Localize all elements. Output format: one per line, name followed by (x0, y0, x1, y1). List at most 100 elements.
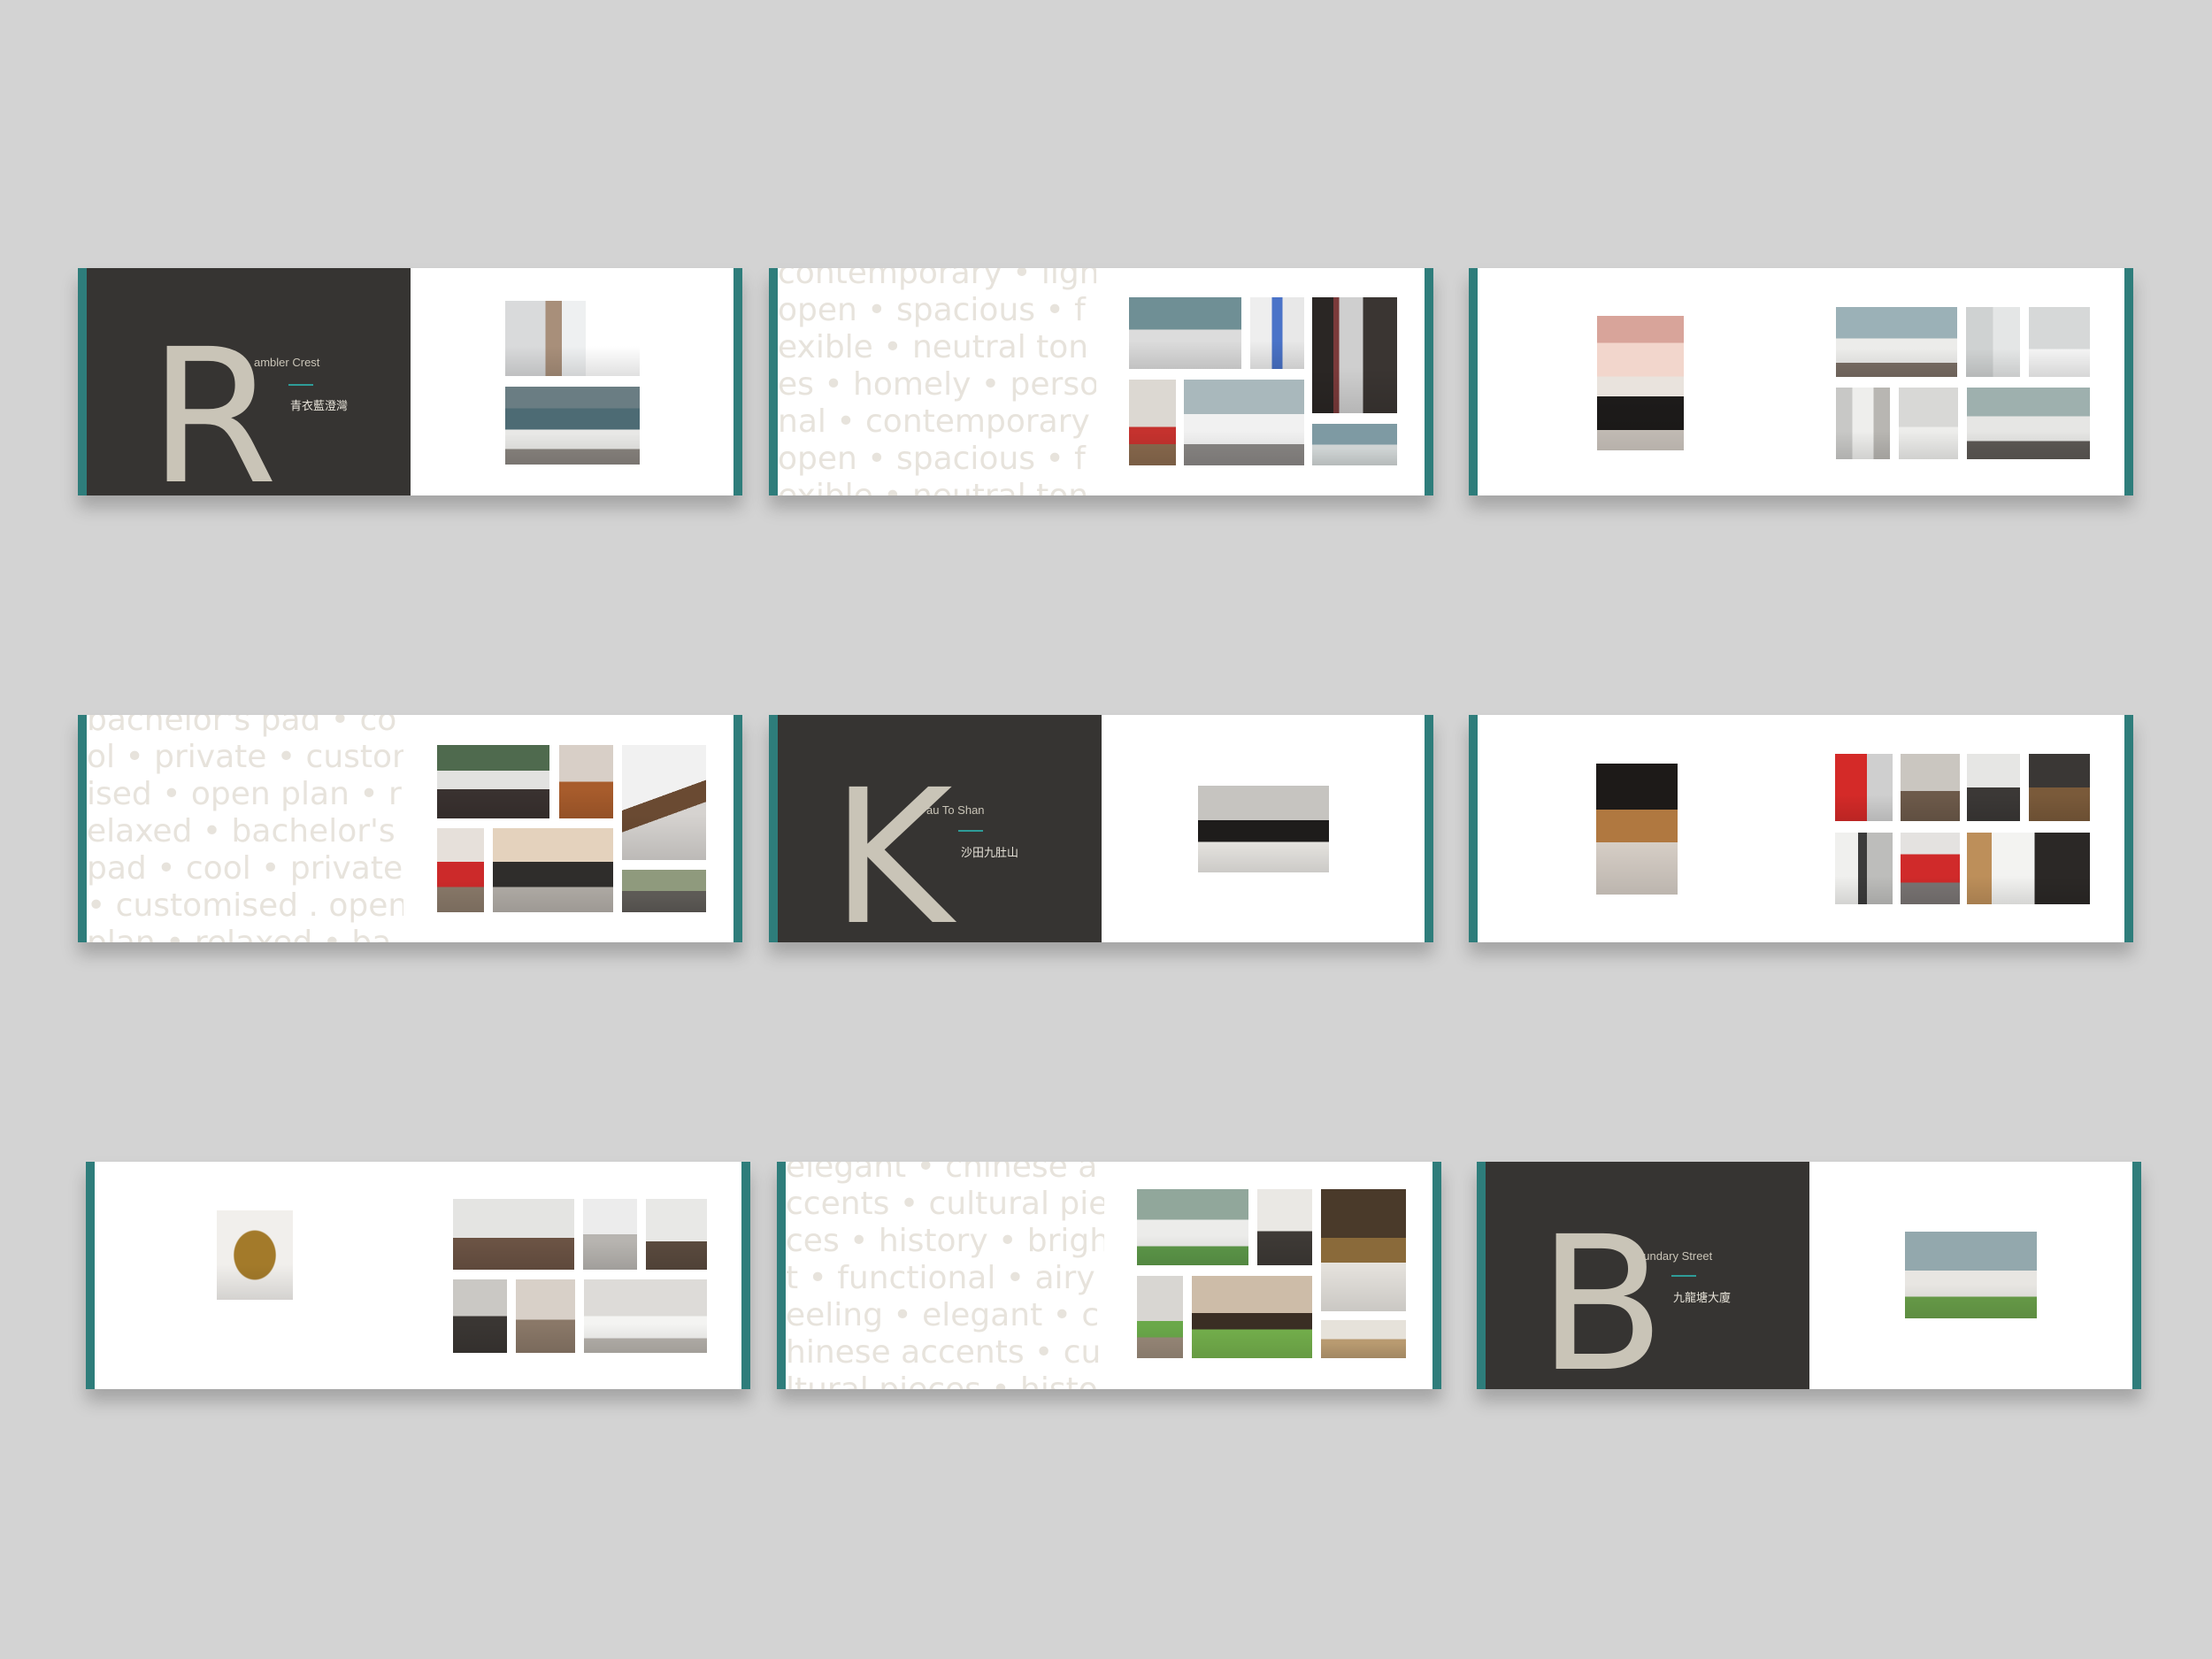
photo-open-plan (1137, 1189, 1248, 1265)
spread-boundary-street-cover: B oundary Street 九龍塘大廈 (1477, 1162, 2141, 1389)
teal-edge-right (733, 715, 742, 942)
photo-red-kitchen (1835, 754, 1893, 821)
project-name-chinese: 青衣藍澄灣 (290, 400, 349, 413)
photo-kitchen-red (437, 828, 484, 912)
keyword-line: eeling • elegant • c (786, 1297, 1100, 1333)
keyword-line: pad • cool • private (87, 850, 403, 887)
photo-interior (505, 301, 640, 376)
keyword-panel: bachelor's pad • co ol • private • custo… (87, 715, 403, 942)
teal-edge-left (78, 715, 87, 942)
teal-edge-left (777, 1162, 786, 1389)
keyword-line: ccents • cultural pie (786, 1186, 1104, 1222)
spread-kau-to-shan-cover: K au To Shan 沙田九肚山 (769, 715, 1433, 942)
keyword-line: • customised . open (87, 887, 403, 924)
photo-window (1312, 424, 1397, 465)
keyword-line: hinese accents • cu (786, 1334, 1102, 1371)
photo-stairs (622, 745, 706, 860)
keyword-line: ltural pieces • histo (786, 1374, 1098, 1390)
photo-study (1967, 754, 2020, 821)
photo-corridor (516, 1279, 575, 1353)
teal-edge-left (78, 268, 87, 495)
photo-kitchen (583, 1199, 637, 1270)
title-panel: K au To Shan 沙田九肚山 (778, 715, 1102, 942)
keyword-panel: contemporary • ligh open • spacious • f … (778, 268, 1096, 495)
photo-bar (2029, 754, 2090, 821)
photo-artwork (1321, 1189, 1406, 1311)
teal-edge-right (2124, 715, 2133, 942)
accent-dash (1671, 1275, 1696, 1277)
photo-art (1835, 833, 1893, 904)
photo-dining (453, 1279, 507, 1353)
photo-bedroom (1129, 380, 1176, 465)
photo-lounge (1184, 380, 1304, 465)
spread-rambler-crest-cover: R ambler Crest 青衣藍澄灣 (78, 268, 742, 495)
photo-bath (2029, 307, 2090, 377)
photo-open-living (1836, 307, 1957, 377)
photo-shelf (646, 1199, 707, 1270)
photo-carved-bracket (217, 1210, 293, 1300)
keyword-panel: elegant • chinese a ccents • cultural pi… (786, 1162, 1104, 1389)
photo-lamp-chair (1597, 316, 1684, 450)
photo-dining (1901, 754, 1960, 821)
spread-chinese-accents-keywords: elegant • chinese a ccents • cultural pi… (777, 1162, 1441, 1389)
photo-tv-room (1198, 786, 1329, 872)
teal-edge-left (769, 715, 778, 942)
keyword-line: exible • neutral ton (778, 329, 1089, 365)
teal-edge-left (1469, 715, 1478, 942)
keyword-line: elaxed • bachelor's (87, 813, 396, 849)
photo-dining (1967, 388, 2090, 459)
photo-shelf (559, 745, 613, 818)
teal-edge-right (2124, 268, 2133, 495)
photo-bedroom (453, 1199, 574, 1270)
photo-hall (1967, 833, 2090, 904)
photo-living (1257, 1189, 1312, 1265)
keyword-line: es • homely • perso (778, 366, 1096, 403)
photo-kitchen (1250, 297, 1304, 369)
teal-edge-right (2132, 1162, 2141, 1389)
photo-hallway (1836, 388, 1890, 459)
photo-lounge (1192, 1276, 1312, 1358)
photo-shower (1966, 307, 2020, 377)
keyword-line: open • spacious • f (778, 441, 1086, 477)
keyword-line: open • spacious • f (778, 292, 1086, 328)
big-letter: K (831, 749, 953, 943)
accent-dash (958, 830, 983, 832)
spread-bachelor-keywords: bachelor's pad • co ol • private • custo… (78, 715, 742, 942)
project-name-chinese: 九龍塘大廈 (1673, 1292, 1732, 1305)
teal-edge-right (741, 1162, 750, 1389)
big-letter: R (149, 309, 278, 496)
keyword-line: ces • history • brigh (786, 1223, 1104, 1259)
photo-corridor (1312, 297, 1397, 413)
photo-garden (622, 870, 706, 912)
project-name: au To Shan (926, 803, 985, 817)
photo-guest-room (584, 1279, 707, 1353)
photo-living-room (505, 387, 640, 465)
title-panel: B oundary Street 九龍塘大廈 (1486, 1162, 1809, 1389)
teal-edge-left (769, 268, 778, 495)
keyword-line: plan • relaxed • ba (87, 927, 391, 943)
photo-living-view (1905, 1232, 2037, 1318)
teal-edge-right (1425, 715, 1433, 942)
project-name: ambler Crest (254, 356, 320, 369)
keyword-line: exible • neutral ton (778, 480, 1088, 496)
keyword-line: t • functional • airy f (786, 1260, 1104, 1296)
teal-edge-right (1432, 1162, 1441, 1389)
keyword-line: bachelor's pad • co (87, 715, 397, 738)
teal-edge-right (1425, 268, 1433, 495)
title-panel: R ambler Crest 青衣藍澄灣 (87, 268, 411, 495)
spread-chinese-accents-gallery (86, 1162, 750, 1389)
keyword-line: ol • private • custom (87, 739, 403, 775)
photo-bedroom (437, 745, 549, 818)
spread-rambler-crest-keywords: contemporary • ligh open • spacious • f … (769, 268, 1433, 495)
accent-dash (288, 384, 313, 386)
keyword-line: nal • contemporary (778, 403, 1090, 440)
spread-rambler-crest-gallery (1469, 268, 2133, 495)
project-name-chinese: 沙田九肚山 (961, 847, 1019, 860)
keyword-line: contemporary • ligh (778, 268, 1096, 291)
photo-lounge (493, 828, 613, 912)
keyword-line: elegant • chinese a (786, 1162, 1098, 1185)
keyword-line: ised • open plan • r (87, 776, 402, 812)
teal-edge-left (1469, 268, 1478, 495)
spread-kau-to-shan-gallery (1469, 715, 2133, 942)
photo-study (1321, 1320, 1406, 1358)
